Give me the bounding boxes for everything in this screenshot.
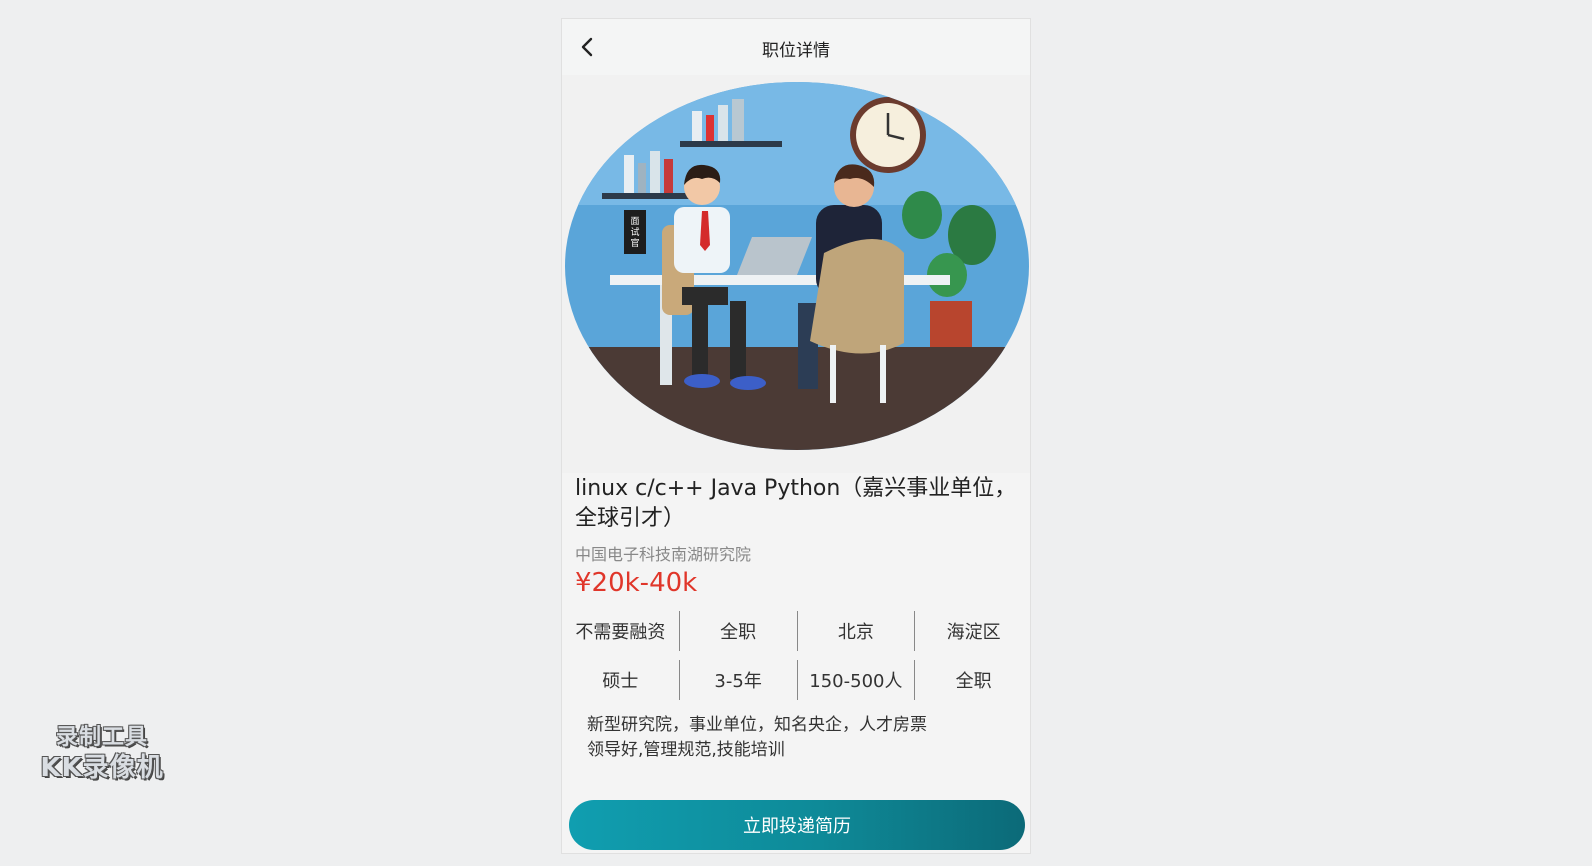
tag-company-size: 150-500人 xyxy=(798,660,916,700)
navbar: 职位详情 xyxy=(562,19,1030,76)
job-description: 新型研究院，事业单位，知名央企，人才房票 领导好,管理规范,技能培训 xyxy=(587,713,927,763)
description-line: 新型研究院，事业单位，知名央企，人才房票 xyxy=(587,715,927,735)
tag-city: 北京 xyxy=(798,611,916,651)
recorder-watermark: 录制工具 KK录像机 xyxy=(32,724,172,784)
tag-experience: 3-5年 xyxy=(680,660,798,700)
svg-text:官: 官 xyxy=(630,237,639,249)
tag-financing: 不需要融资 xyxy=(562,611,680,651)
company-name[interactable]: 中国电子科技南湖研究院 xyxy=(575,541,751,565)
apply-resume-button[interactable]: 立即投递简历 xyxy=(569,800,1025,850)
tag-row: 硕士 3-5年 150-500人 全职 xyxy=(562,660,1030,700)
salary: ¥20k-40k xyxy=(575,568,698,598)
watermark-line: 录制工具 xyxy=(55,725,148,750)
job-title: linux c/c++ Java Python（嘉兴事业单位，全球引才） xyxy=(575,476,1017,531)
tag-district: 海淀区 xyxy=(946,622,1001,643)
svg-text:面: 面 xyxy=(630,216,639,227)
description-line: 领导好,管理规范,技能培训 xyxy=(587,740,785,760)
job-illustration: 面 试 官 xyxy=(562,75,1030,473)
job-tags: 不需要融资 全职 北京 海淀区 硕士 3-5年 150-500人 全职 xyxy=(562,611,1030,709)
tag-education: 硕士 xyxy=(562,660,680,700)
page-title: 职位详情 xyxy=(762,41,830,61)
tag-row: 不需要融资 全职 北京 海淀区 xyxy=(562,611,1030,651)
svg-text:试: 试 xyxy=(630,226,639,238)
watermark-line: KK录像机 xyxy=(40,753,164,783)
phone-screen: 职位详情 面 试 官 linux c/c++ Java Python（嘉兴事业单… xyxy=(561,18,1031,854)
tag-employment: 全职 xyxy=(955,671,992,692)
tag-job-type: 全职 xyxy=(680,611,798,651)
